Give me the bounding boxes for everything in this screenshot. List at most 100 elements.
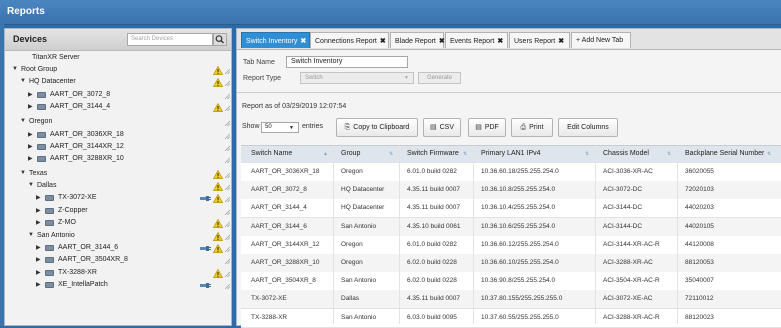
tree-node[interactable]: ▶ AART_OR_3144_6 xyxy=(5,243,231,254)
collapsed-caret-icon[interactable]: ▶ xyxy=(36,269,41,276)
tree-node[interactable]: ▶ TX-3072-XE xyxy=(5,193,231,204)
print-button[interactable]: ⎙ Print xyxy=(511,118,553,137)
sort-icon[interactable]: ⇅ xyxy=(389,151,393,157)
table-row[interactable]: TX-3288-XR San Antonio 6.03.0 build 0095 10… xyxy=(241,308,781,328)
table-row[interactable]: AART_OR_3144_6 San Antonio 4.35.10 build 0… xyxy=(241,217,781,237)
close-icon[interactable]: ✖ xyxy=(439,38,445,45)
sort-ascending-icon[interactable]: ▲ xyxy=(323,151,328,157)
copy-to-clipboard-button[interactable]: ⎘ Copy to Clipboard xyxy=(336,118,418,137)
column-header[interactable]: Switch Name xyxy=(251,150,292,157)
sort-icon[interactable]: ⇅ xyxy=(667,151,671,157)
tree-node[interactable]: ▶ AART_OR_3144XR_12 xyxy=(5,143,231,153)
tree-node[interactable]: ▼ San Antonio xyxy=(5,231,231,242)
collapsed-caret-icon[interactable]: ▶ xyxy=(28,155,33,162)
expanded-caret-icon[interactable]: ▼ xyxy=(12,66,18,72)
collapsed-caret-icon[interactable]: ▶ xyxy=(36,207,41,214)
tree-node[interactable]: ▶ AART_OR_3504XR_8 xyxy=(5,256,231,266)
generate-button[interactable]: Generate xyxy=(418,72,461,84)
tree-node[interactable]: ▼ Oregon xyxy=(5,118,231,128)
close-icon[interactable]: ✖ xyxy=(300,38,306,45)
close-icon[interactable]: ✖ xyxy=(497,38,503,45)
tree-node[interactable]: ▶ XE_IntellaPatch xyxy=(5,281,231,291)
tab-label: Connections Report xyxy=(315,38,377,45)
tab-name-input[interactable]: Switch Inventory xyxy=(286,56,408,68)
table-cell: 10.37.60.55/255.255.255.0 xyxy=(481,313,559,321)
tree-node[interactable]: ▶ TX-3288-XR xyxy=(5,268,231,279)
tree-node[interactable]: ▶ AART_OR_3144_4 xyxy=(5,102,231,113)
table-cell: Oregon xyxy=(341,259,363,266)
collapsed-caret-icon[interactable]: ▶ xyxy=(28,131,33,138)
close-icon[interactable]: ✖ xyxy=(558,38,564,45)
table-row[interactable]: AART_OR_3144XR_12 Oregon 6.01.0 build 0282… xyxy=(241,235,781,255)
column-header[interactable]: Primary LAN1 IPv4 xyxy=(481,150,541,157)
table-cell: ACI-3072-XE-AC xyxy=(603,295,653,303)
collapsed-caret-icon[interactable]: ▶ xyxy=(36,244,41,251)
expanded-caret-icon[interactable]: ▼ xyxy=(20,170,26,176)
table-row[interactable]: AART_OR_3144_4 HQ Datacenter 4.35.11 build… xyxy=(241,199,781,219)
column-header[interactable]: Switch Firmware xyxy=(407,150,459,157)
tree-node[interactable]: TitanXR Server xyxy=(5,54,231,64)
tree-node[interactable]: ▶ AART_OR_3072_8 xyxy=(5,91,231,101)
column-header[interactable]: Backplane Serial Number xyxy=(685,150,764,157)
tab-report[interactable]: Blade Report ✖ xyxy=(390,32,445,48)
pdf-button[interactable]: ▤ PDF xyxy=(468,118,506,137)
table-cell: TX-3072-XE xyxy=(251,295,287,303)
tree-node[interactable]: ▶ AART_OR_3288XR_10 xyxy=(5,155,231,165)
tree-node[interactable]: ▼ HQ Datacenter xyxy=(5,77,231,88)
collapsed-caret-icon[interactable]: ▶ xyxy=(36,219,41,226)
tree-node[interactable]: ▼ Texas xyxy=(5,169,231,180)
csv-button[interactable]: ▤ CSV xyxy=(423,118,461,137)
add-new-tab-button[interactable]: + Add New Tab xyxy=(571,32,631,48)
table-cell: ACI-3288-XR-AC-R xyxy=(603,313,660,321)
column-header[interactable]: Chassis Model xyxy=(603,150,649,157)
sort-icon[interactable]: ⇅ xyxy=(463,151,467,157)
tree-node[interactable]: ▶ Z-MO xyxy=(5,218,231,229)
search-button[interactable] xyxy=(213,33,227,46)
tab-report[interactable]: Connections Report ✖ xyxy=(310,32,389,48)
tree-node[interactable]: ▶ AART_OR_3036XR_18 xyxy=(5,131,231,141)
table-row[interactable]: AART_OR_3288XR_10 Oregon 6.02.0 build 0228… xyxy=(241,254,781,273)
tab-label: Users Report xyxy=(514,38,556,45)
table-row[interactable]: AART_OR_3072_8 HQ Datacenter 4.35.11 build… xyxy=(241,181,781,201)
sort-icon[interactable]: ⇅ xyxy=(767,151,771,157)
expanded-caret-icon[interactable]: ▼ xyxy=(20,78,26,84)
expanded-caret-icon[interactable]: ▼ xyxy=(20,118,26,124)
table-cell: 35040007 xyxy=(685,277,714,285)
table-cell: AART_OR_3144_6 xyxy=(251,222,307,230)
edit-columns-button[interactable]: Edit Columns xyxy=(558,118,618,137)
table-cell: ACI-3504-XR-AC-R xyxy=(603,277,660,285)
close-icon[interactable]: ✖ xyxy=(380,38,386,45)
tab-report[interactable]: Switch Inventory ✖ xyxy=(241,32,310,48)
table-row[interactable]: AART_OR_3504XR_8 San Antonio 6.02.0 build … xyxy=(241,272,781,292)
collapsed-caret-icon[interactable]: ▶ xyxy=(28,91,33,98)
collapsed-caret-icon[interactable]: ▶ xyxy=(36,256,41,263)
tab-report[interactable]: Users Report ✖ xyxy=(509,32,570,48)
sort-icon[interactable]: ⇅ xyxy=(585,151,589,157)
tree-node-label: Z-Copper xyxy=(58,207,88,214)
tab-report[interactable]: Events Report ✖ xyxy=(445,32,508,48)
column-header[interactable]: Group xyxy=(341,150,360,157)
expanded-caret-icon[interactable]: ▼ xyxy=(28,232,34,238)
device-search-input[interactable]: Search Devices xyxy=(127,33,213,46)
tree-node-label: HQ Datacenter xyxy=(29,78,76,85)
tree-node[interactable]: ▼ Root Group xyxy=(5,65,231,76)
collapsed-caret-icon[interactable]: ▶ xyxy=(36,281,41,288)
expanded-caret-icon[interactable]: ▼ xyxy=(28,182,34,188)
table-cell: 72020103 xyxy=(685,186,714,194)
tree-node-label: XE_IntellaPatch xyxy=(58,281,108,288)
collapsed-caret-icon[interactable]: ▶ xyxy=(28,143,33,150)
table-cell: San Antonio xyxy=(341,222,377,230)
resize-grip-icon xyxy=(224,68,231,75)
tree-node[interactable]: ▼ Dallas xyxy=(5,181,231,192)
tree-node[interactable]: ▶ Z-Copper xyxy=(5,207,231,217)
tree-node-label: AART_OR_3036XR_18 xyxy=(50,131,124,138)
table-cell: 6.01.0 build 0282 xyxy=(407,168,457,175)
tree-node-label: AART_OR_3504XR_8 xyxy=(58,256,128,263)
page-size-select[interactable]: 50 ▼ xyxy=(261,122,299,133)
collapsed-caret-icon[interactable]: ▶ xyxy=(36,194,41,201)
table-row[interactable]: TX-3072-XE Dallas 4.35.11 build 0007 10.37.… xyxy=(241,290,781,310)
pdf-label: PDF xyxy=(484,124,499,131)
table-row[interactable]: AART_OR_3036XR_18 Oregon 6.01.0 build 0282… xyxy=(241,163,781,182)
report-type-select[interactable]: Switch ▼ xyxy=(300,72,414,84)
collapsed-caret-icon[interactable]: ▶ xyxy=(28,103,33,110)
